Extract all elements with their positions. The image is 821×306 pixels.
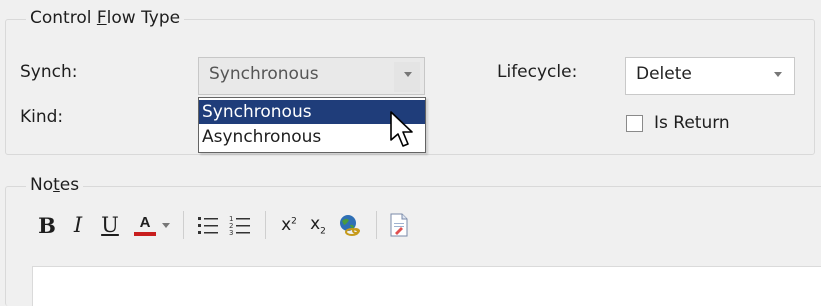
bullet-list-icon[interactable]: [195, 212, 221, 238]
document-svg: [390, 213, 408, 237]
svg-text:3: 3: [229, 229, 233, 236]
lifecycle-label: Lifecycle:: [497, 62, 578, 82]
superscript-icon[interactable]: x2: [276, 212, 302, 238]
legend-mnemonic: F: [96, 8, 107, 28]
hyperlink-globe-icon[interactable]: [335, 211, 363, 239]
bold-glyph: B: [38, 212, 56, 238]
italic-icon[interactable]: I: [67, 212, 89, 238]
kind-label: Kind:: [20, 107, 64, 127]
legend-text-rest: low Type: [106, 8, 181, 28]
synch-value: Synchronous: [209, 64, 319, 84]
numbered-list-icon[interactable]: 1 2 3: [227, 212, 253, 238]
legend-text: No: [30, 175, 54, 195]
is-return-checkbox[interactable]: [626, 115, 643, 132]
mouse-cursor-icon: [390, 111, 413, 147]
chevron-down-icon: [162, 222, 170, 228]
font-color-icon[interactable]: A: [131, 210, 159, 240]
notes-editor[interactable]: [32, 266, 821, 306]
underline-glyph: U: [101, 213, 119, 237]
synch-label: Synch:: [20, 62, 78, 82]
italic-glyph: I: [73, 213, 83, 237]
numbered-list-svg: 1 2 3: [229, 215, 250, 236]
toolbar-separator: [265, 211, 266, 239]
toolbar-separator: [183, 211, 184, 239]
globe-svg: [340, 215, 360, 236]
notes-legend: Notes: [26, 175, 84, 195]
font-color-bar: [134, 231, 156, 236]
subscript-glyph: x2: [310, 213, 326, 237]
synch-dropdown-button[interactable]: [394, 62, 420, 92]
underline-icon[interactable]: U: [99, 212, 121, 238]
subscript-icon[interactable]: x2: [305, 212, 331, 238]
legend-mnemonic: t: [53, 175, 60, 195]
chevron-down-icon[interactable]: [774, 72, 782, 77]
font-color-glyph: A: [139, 213, 151, 231]
lifecycle-value: Delete: [636, 64, 692, 84]
document-icon[interactable]: [386, 211, 412, 239]
synch-combobox[interactable]: Synchronous: [198, 57, 425, 95]
superscript-glyph: x2: [281, 215, 297, 235]
font-color-dropdown-icon[interactable]: [160, 218, 172, 232]
toolbar-separator: [376, 211, 377, 239]
legend-text-rest: es: [59, 175, 80, 195]
is-return-label[interactable]: Is Return: [654, 113, 730, 133]
legend-text: Control: [30, 8, 97, 28]
lifecycle-combobox[interactable]: Delete: [625, 57, 795, 95]
chevron-down-icon: [404, 72, 412, 77]
bullet-list-svg: [198, 217, 218, 234]
control-flow-type-legend: Control Flow Type: [26, 8, 185, 28]
bold-icon[interactable]: B: [36, 212, 58, 238]
